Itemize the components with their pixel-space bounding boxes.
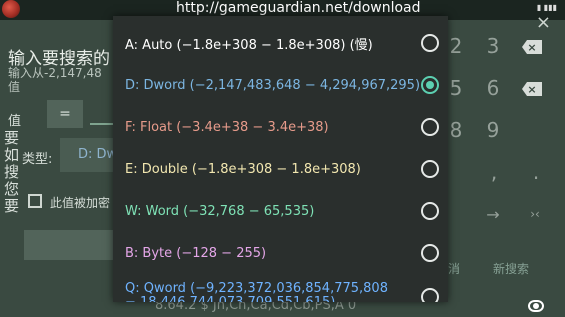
option-label: D: Dword (−2,147,483,648 − 4,294,967,295…: [125, 77, 421, 93]
keypad: 2 3 × 5 6 × 8 9 , . → ›‹: [448, 28, 565, 238]
key-6[interactable]: 6: [478, 74, 508, 102]
clear-icon[interactable]: ×: [522, 82, 542, 96]
new-search-button[interactable]: 新搜索: [493, 260, 529, 277]
side-help-text: 要如搜您要: [4, 129, 20, 215]
option-label: A: Auto (−1.8e+308 − 1.8e+308) (慢): [125, 37, 373, 53]
app-icon: [2, 0, 20, 18]
option-dword[interactable]: D: Dword (−2,147,483,648 − 4,294,967,295…: [113, 64, 448, 106]
option-label: W: Word (−32,768 − 65,535): [125, 203, 315, 219]
type-chooser-dialog: A: Auto (−1.8e+308 − 1.8e+308) (慢) D: Dw…: [113, 16, 448, 302]
option-word[interactable]: W: Word (−32,768 − 65,535): [113, 190, 448, 232]
type-label: 类型:: [22, 152, 53, 167]
url-overlay: http://gameguardian.net/download: [176, 0, 421, 16]
option-label: Q: Qword (−9,223,372,036,854,775,808 − 1…: [125, 281, 388, 303]
option-label: F: Float (−3.4e+38 − 3.4e+38): [125, 119, 329, 135]
option-label: B: Byte (−128 − 255): [125, 245, 267, 261]
radio-word[interactable]: [421, 202, 439, 220]
option-auto[interactable]: A: Auto (−1.8e+308 − 1.8e+308) (慢): [113, 22, 448, 64]
radio-dword[interactable]: [421, 76, 439, 94]
key-3[interactable]: 3: [478, 32, 508, 60]
radio-byte[interactable]: [421, 244, 439, 262]
screen: http://gameguardian.net/download ▮ ▮▮▮ 输…: [0, 0, 565, 317]
radio-double[interactable]: [421, 160, 439, 178]
eye-icon[interactable]: [528, 300, 544, 312]
cancel-button[interactable]: 消: [448, 260, 460, 277]
backspace-icon[interactable]: ×: [522, 40, 542, 54]
key-2[interactable]: 2: [448, 32, 464, 60]
value-label: 值: [8, 114, 22, 129]
key-9[interactable]: 9: [478, 116, 508, 144]
key-8[interactable]: 8: [448, 116, 464, 144]
status-icons: ▮ ▮▮▮: [536, 3, 557, 12]
option-float[interactable]: F: Float (−3.4e+38 − 3.4e+38): [113, 106, 448, 148]
radio-qword[interactable]: [421, 288, 439, 302]
radio-auto[interactable]: [421, 34, 439, 52]
encrypted-checkbox-label: 此值被加密: [50, 196, 111, 210]
equals-button[interactable]: =: [47, 100, 83, 128]
dialog-actions: 消 新搜索: [448, 256, 565, 280]
key-comma[interactable]: ,: [484, 158, 504, 186]
arrow-right-icon[interactable]: →: [478, 200, 508, 228]
option-qword[interactable]: Q: Qword (−9,223,372,036,854,775,808 − 1…: [113, 274, 448, 302]
encrypted-checkbox[interactable]: [28, 194, 42, 208]
option-label: E: Double (−1.8e+308 − 1.8e+308): [125, 161, 361, 177]
search-dialog-hint-2: 值: [8, 80, 21, 94]
option-double[interactable]: E: Double (−1.8e+308 − 1.8e+308): [113, 148, 448, 190]
swap-icon[interactable]: ›‹: [520, 200, 550, 228]
type-selector[interactable]: D: Dw: [60, 138, 115, 172]
radio-float[interactable]: [421, 118, 439, 136]
background-button[interactable]: [24, 230, 116, 260]
key-5[interactable]: 5: [448, 74, 464, 102]
search-dialog-hint: 输入从-2,147,48: [8, 66, 102, 80]
key-dot[interactable]: .: [526, 158, 546, 186]
option-byte[interactable]: B: Byte (−128 − 255): [113, 232, 448, 274]
